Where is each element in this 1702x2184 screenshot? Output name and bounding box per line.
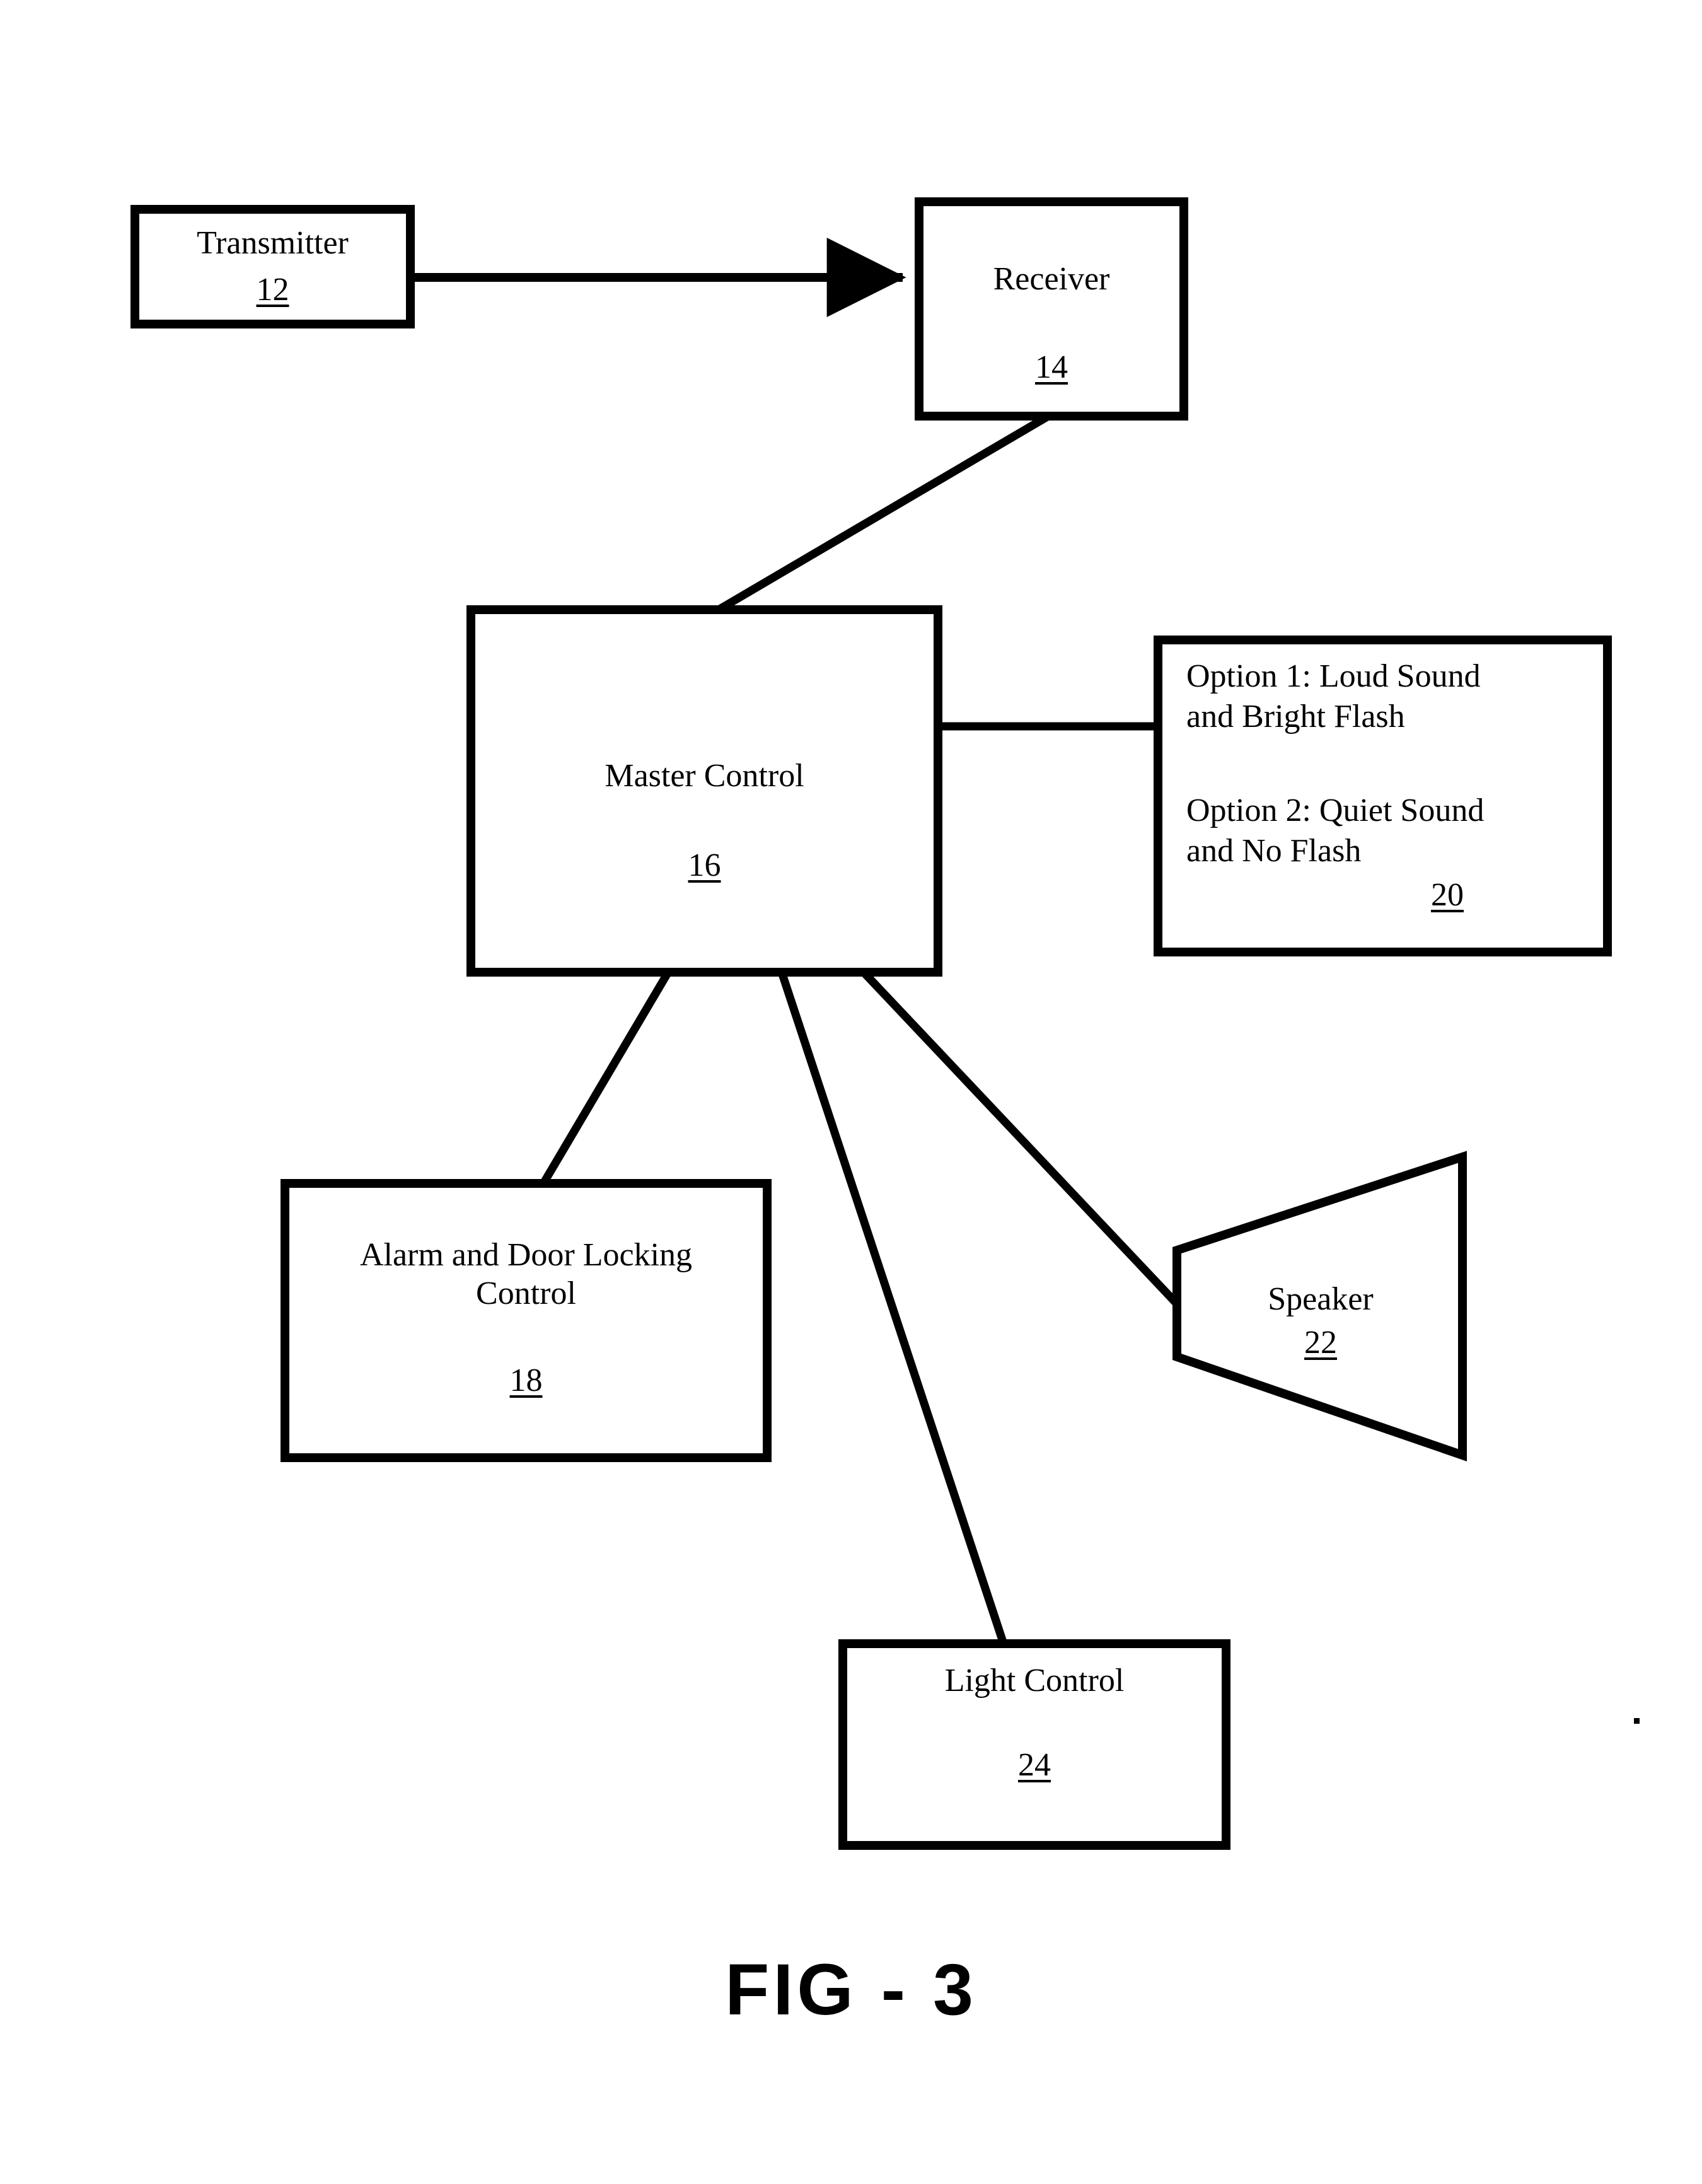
node-options-line-2: and Bright Flash	[1186, 699, 1405, 735]
node-light-control-ref: 24	[1018, 1747, 1051, 1783]
node-receiver-ref: 14	[1035, 349, 1068, 385]
node-options-ref: 20	[1431, 877, 1464, 913]
connector-master-control-to-light-control	[777, 970, 1008, 1646]
figure-caption: FIG - 3	[725, 1949, 977, 2030]
diagram-canvas	[130, 197, 1612, 1850]
node-options-line-1: Option 1: Loud Sound	[1186, 658, 1481, 694]
node-options-line-3: Option 2: Quiet Sound	[1186, 793, 1485, 828]
node-light-control-label: Light Control	[944, 1663, 1125, 1699]
node-transmitter-ref: 12	[256, 272, 289, 308]
node-receiver-label: Receiver	[993, 261, 1110, 297]
connector-master-control-to-speaker	[860, 969, 1180, 1307]
node-alarm-door-locking-control-label: Alarm and Door Locking Control	[359, 1237, 693, 1312]
node-alarm-door-locking-control-box	[281, 1179, 772, 1462]
node-speaker-label: Speaker	[1268, 1281, 1374, 1317]
node-speaker-ref: 22	[1304, 1325, 1337, 1361]
node-options-line-4: and No Flash	[1186, 833, 1362, 869]
node-master-control-label: Master Control	[605, 758, 804, 794]
node-alarm-door-locking-control-ref: 18	[509, 1362, 543, 1398]
node-transmitter-label: Transmitter	[197, 225, 349, 261]
connector-receiver-to-master-control	[716, 412, 1051, 613]
node-master-control-ref: 16	[688, 847, 721, 883]
scan-artifact-dot	[1634, 1718, 1640, 1724]
patent-figure-page: Transmitter 12 Receiver 14 Master Contro…	[0, 0, 1702, 2184]
connector-master-control-to-alarm-control	[540, 970, 672, 1186]
